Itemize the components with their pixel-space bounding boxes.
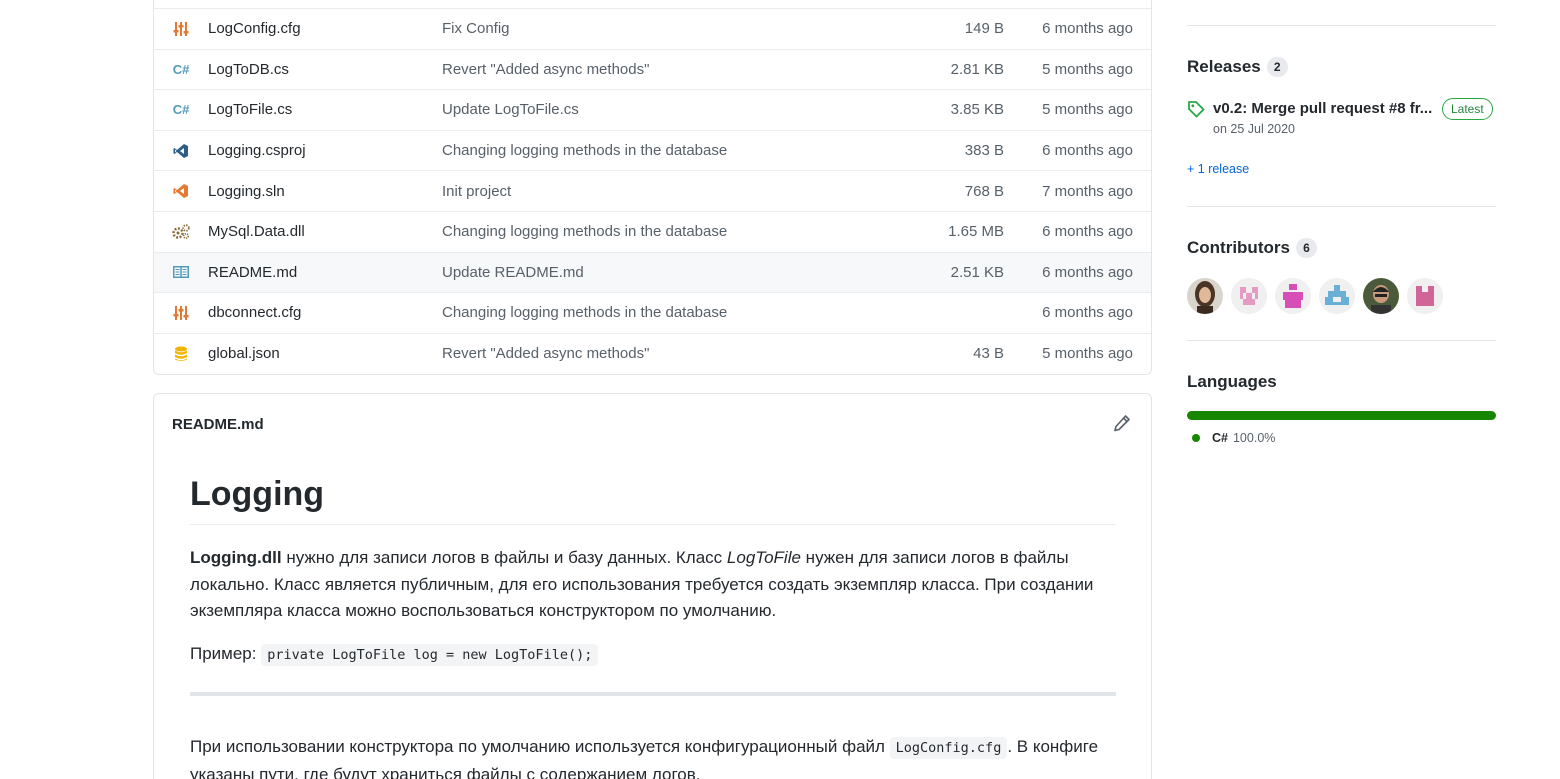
commit-message[interactable]: Revert "Added async methods" xyxy=(442,61,649,78)
file-size: 2.51 KB xyxy=(950,263,1004,281)
file-row[interactable]: LogConfig.cfg Fix Config 149 B 6 months … xyxy=(154,8,1151,49)
pencil-icon[interactable] xyxy=(1113,414,1133,434)
commit-age: 6 months ago xyxy=(1042,142,1133,160)
releases-count: 2 xyxy=(1266,57,1288,77)
languages-title: Languages xyxy=(1187,372,1277,392)
commit-message[interactable]: Update README.md xyxy=(442,264,584,281)
inline-code: private LogToFile log = new LogToFile(); xyxy=(261,643,599,666)
language-bar xyxy=(1187,411,1496,420)
database-icon xyxy=(172,345,190,363)
contributor-avatars xyxy=(1187,278,1443,314)
file-name[interactable]: dbconnect.cfg xyxy=(208,304,301,321)
releases-label[interactable]: Releases xyxy=(1187,57,1261,77)
inline-code: LogConfig.cfg xyxy=(889,737,1008,759)
file-size: 3.85 KB xyxy=(950,101,1004,119)
file-row[interactable]: README.md Update README.md 2.51 KB 6 mon… xyxy=(154,251,1151,293)
gears-icon xyxy=(172,223,190,241)
contributors-count: 6 xyxy=(1295,238,1317,258)
contributors-label[interactable]: Contributors xyxy=(1187,238,1290,258)
file-name[interactable]: global.json xyxy=(208,345,280,362)
commit-age: 6 months ago xyxy=(1042,20,1133,38)
commit-age: 5 months ago xyxy=(1042,345,1133,363)
readme-paragraph: При использовании конструктора по умолча… xyxy=(190,734,1116,779)
latest-badge: Latest xyxy=(1442,98,1493,120)
file-name[interactable]: README.md xyxy=(208,264,297,281)
config-icon xyxy=(172,20,190,38)
bold-text: Logging.dll xyxy=(190,548,282,567)
file-name[interactable]: Logging.sln xyxy=(208,183,285,200)
file-row[interactable]: Logging.csproj Changing logging methods … xyxy=(154,129,1151,171)
avatar[interactable] xyxy=(1407,278,1443,314)
divider xyxy=(1187,206,1496,207)
more-releases-link[interactable]: + 1 release xyxy=(1187,162,1249,176)
avatar[interactable] xyxy=(1275,278,1311,314)
languages-label: Languages xyxy=(1187,372,1277,391)
avatar[interactable] xyxy=(1319,278,1355,314)
paragraph-text: При использовании конструктора по умолча… xyxy=(190,737,890,756)
commit-age: 5 months ago xyxy=(1042,60,1133,78)
commit-message[interactable]: Changing logging methods in the database xyxy=(442,304,727,321)
commit-message[interactable]: Revert "Added async methods" xyxy=(442,345,649,362)
csharp-icon: C# xyxy=(172,61,190,77)
readme-paragraph: Logging.dll нужно для записи логов в фай… xyxy=(190,545,1116,625)
file-size: 149 B xyxy=(964,20,1004,38)
file-list: LogConfig.cfg Fix Config 149 B 6 months … xyxy=(153,0,1152,375)
releases-title[interactable]: Releases 2 xyxy=(1187,57,1288,77)
avatar[interactable] xyxy=(1231,278,1267,314)
config-icon xyxy=(172,304,190,322)
readme-example: Пример: private LogToFile log = new LogT… xyxy=(190,641,1116,669)
release-date: on 25 Jul 2020 xyxy=(1213,122,1296,136)
visual-studio-icon xyxy=(172,142,190,160)
readme-content: Logging Logging.dll нужно для записи лог… xyxy=(190,474,1116,779)
file-size: 2.81 KB xyxy=(950,60,1004,78)
divider xyxy=(1187,340,1496,341)
file-size: 383 B xyxy=(964,142,1004,160)
file-row[interactable]: global.json Revert "Added async methods"… xyxy=(154,332,1151,374)
file-row[interactable]: C# LogToFile.cs Update LogToFile.cs 3.85… xyxy=(154,89,1151,130)
readme-panel: README.md Logging Logging.dll нужно для … xyxy=(153,393,1152,779)
book-icon xyxy=(172,263,190,281)
commit-message[interactable]: Changing logging methods in the database xyxy=(442,142,727,159)
file-name[interactable]: MySql.Data.dll xyxy=(208,223,305,240)
paragraph-text: нужно для записи логов в файлы и базу да… xyxy=(281,548,727,567)
language-item[interactable]: C# 100.0% xyxy=(1192,431,1275,445)
commit-message[interactable]: Update LogToFile.cs xyxy=(442,101,579,118)
commit-age: 6 months ago xyxy=(1042,263,1133,281)
commit-message[interactable]: Init project xyxy=(442,183,511,200)
divider xyxy=(1187,25,1496,26)
avatar[interactable] xyxy=(1187,278,1223,314)
italic-text: LogToFile xyxy=(726,548,801,567)
commit-age: 5 months ago xyxy=(1042,101,1133,119)
commit-age: 7 months ago xyxy=(1042,182,1133,200)
file-name[interactable]: LogConfig.cfg xyxy=(208,20,301,37)
language-name: C# xyxy=(1212,431,1228,445)
file-name[interactable]: LogToFile.cs xyxy=(208,101,292,118)
file-size: 768 B xyxy=(964,182,1004,200)
file-size: 1.65 MB xyxy=(948,223,1004,241)
file-name[interactable]: Logging.csproj xyxy=(208,142,306,159)
avatar[interactable] xyxy=(1363,278,1399,314)
example-label: Пример: xyxy=(190,643,262,663)
file-size: 43 B xyxy=(973,345,1004,363)
file-row[interactable]: dbconnect.cfg Changing logging methods i… xyxy=(154,292,1151,333)
file-row[interactable]: C# LogToDB.cs Revert "Added async method… xyxy=(154,48,1151,90)
language-color-dot xyxy=(1192,434,1200,442)
visual-studio-icon xyxy=(172,182,190,200)
file-row[interactable]: Logging.sln Init project 768 B 7 months … xyxy=(154,170,1151,211)
contributors-title[interactable]: Contributors 6 xyxy=(1187,238,1317,258)
latest-release-link[interactable]: v0.2: Merge pull request #8 fr... xyxy=(1213,100,1432,117)
readme-heading: Logging xyxy=(190,474,1116,525)
csharp-icon: C# xyxy=(172,102,190,118)
commit-age: 6 months ago xyxy=(1042,304,1133,322)
language-percent: 100.0% xyxy=(1232,431,1276,445)
divider xyxy=(190,692,1116,696)
file-row[interactable]: MySql.Data.dll Changing logging methods … xyxy=(154,210,1151,252)
tag-icon xyxy=(1187,100,1207,120)
readme-filename[interactable]: README.md xyxy=(172,416,264,433)
commit-message[interactable]: Changing logging methods in the database xyxy=(442,223,727,240)
commit-age: 6 months ago xyxy=(1042,223,1133,241)
file-name[interactable]: LogToDB.cs xyxy=(208,61,289,78)
commit-message[interactable]: Fix Config xyxy=(442,20,510,37)
